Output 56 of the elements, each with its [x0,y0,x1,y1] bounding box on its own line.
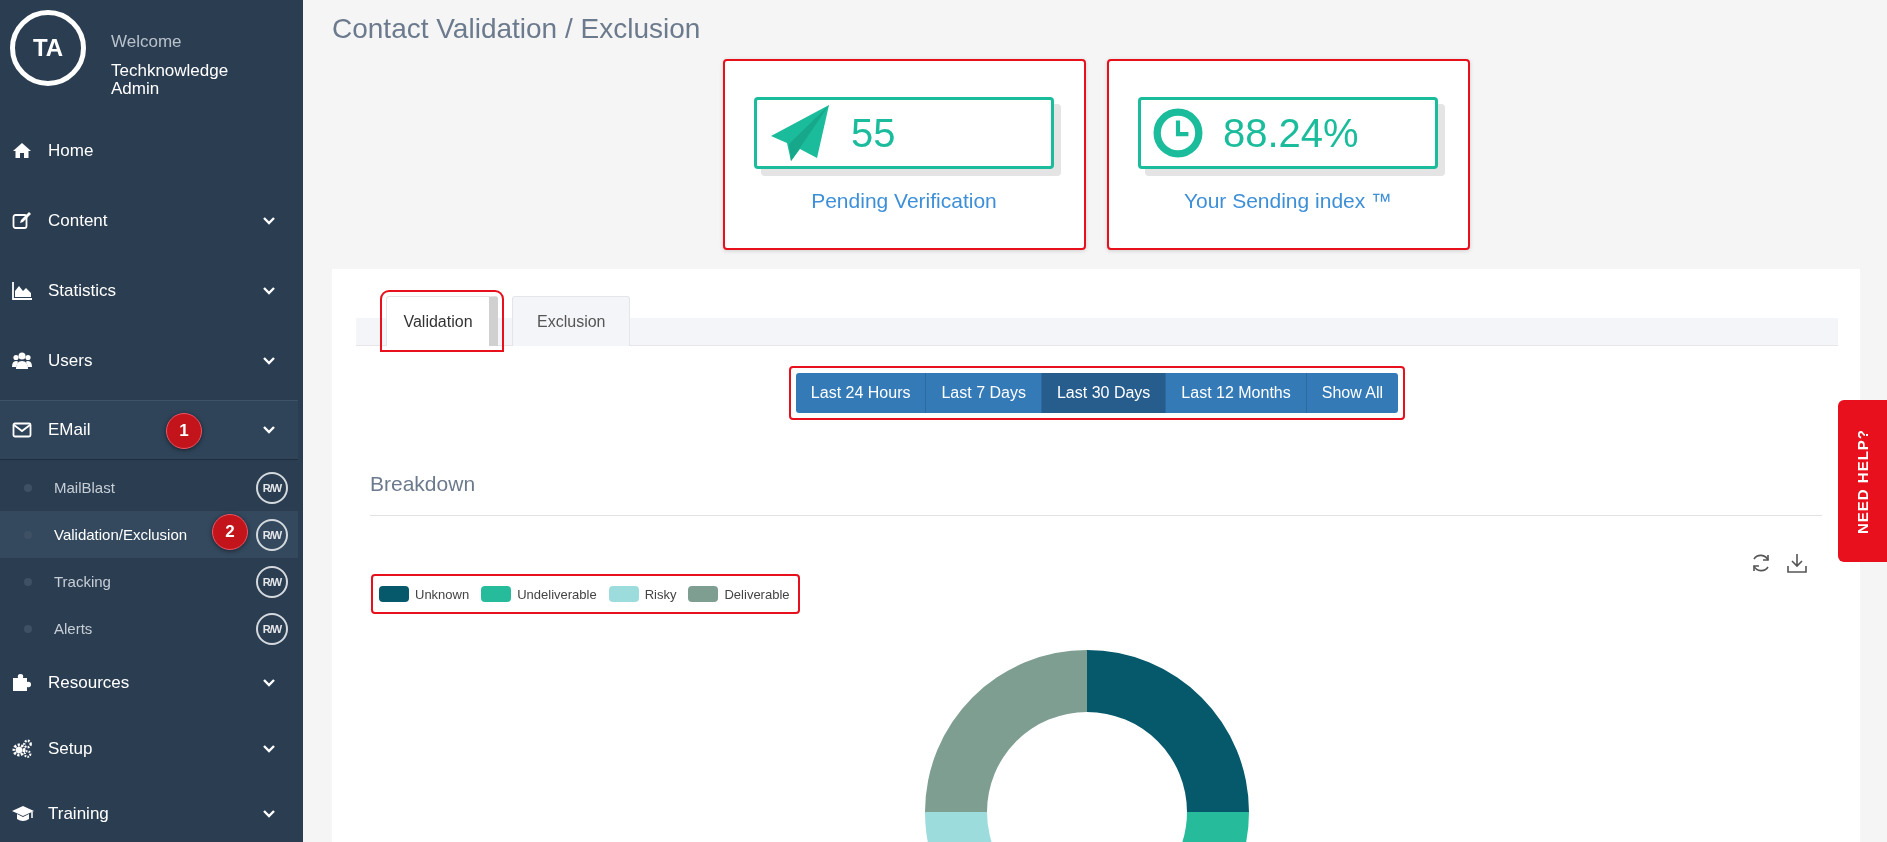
chevron-down-icon [262,425,276,435]
chevron-down-icon [262,216,276,226]
nav-item[interactable]: Content [0,186,298,256]
chevron-down-icon [262,744,276,754]
help-tab[interactable]: NEED HELP? [1838,400,1887,562]
submenu-item[interactable]: Alerts R/W [0,605,298,652]
stat-value: 55 [851,110,896,156]
legend-label: Deliverable [724,586,790,602]
period-button[interactable]: Last 12 Months [1166,373,1307,413]
nav-item[interactable]: EMail 1 [0,400,298,460]
avatar: TA [10,10,86,86]
nav-item[interactable]: Training [0,784,298,842]
nav-item[interactable]: Home [0,116,298,186]
chevron-down-icon [262,678,276,688]
legend-label: Risky [644,586,677,602]
graduation-cap-icon [12,804,34,824]
period-button[interactable]: Last 30 Days [1041,373,1167,413]
submenu-item[interactable]: Tracking R/W [0,558,298,605]
users-icon [12,351,34,371]
period-button[interactable]: Show All [1306,373,1399,413]
gears-icon [12,739,34,759]
puzzle-icon [12,673,34,693]
section-title: Breakdown [370,472,477,496]
nav-item[interactable]: Users [0,326,298,396]
paper-plane-icon [769,103,831,163]
stat-label: Pending Verification [811,189,997,213]
envelope-icon [12,420,34,440]
chevron-down-icon [262,356,276,366]
nav-item[interactable]: Statistics [0,256,298,326]
chevron-down-icon [262,809,276,819]
period-button[interactable]: Last 24 Hours [795,373,927,413]
stat-label: Your Sending index ™ [1183,189,1393,213]
period-button[interactable]: Last 7 Days [926,373,1042,413]
download-icon[interactable] [1786,552,1808,574]
step-marker: 2 [212,514,248,550]
page-title: Contact Validation / Exclusion [332,13,702,45]
legend-label: Undeliverable [517,586,597,602]
tab[interactable]: Exclusion [512,296,631,346]
refresh-icon[interactable] [1750,552,1772,574]
area-chart-icon [12,281,34,301]
step-marker: 1 [166,413,202,449]
permission-badge: R/W [256,518,288,551]
submenu-item[interactable]: MailBlast R/W [0,464,298,511]
submenu-item[interactable]: Validation/Exclusion 2 R/W [0,511,298,558]
permission-badge: R/W [256,565,288,598]
clock-icon [1153,108,1203,158]
nav-item[interactable]: Resources [0,652,298,714]
permission-badge: R/W [256,612,288,645]
welcome-text: Welcome [111,32,183,52]
legend-label: Unknown [415,586,470,602]
permission-badge: R/W [256,471,288,504]
chevron-down-icon [262,286,276,296]
stat-value: 88.24% [1223,110,1359,156]
edit-icon [12,211,34,231]
nav-item[interactable]: Setup [0,714,298,784]
user-name: Techknowledge Admin [111,62,230,98]
